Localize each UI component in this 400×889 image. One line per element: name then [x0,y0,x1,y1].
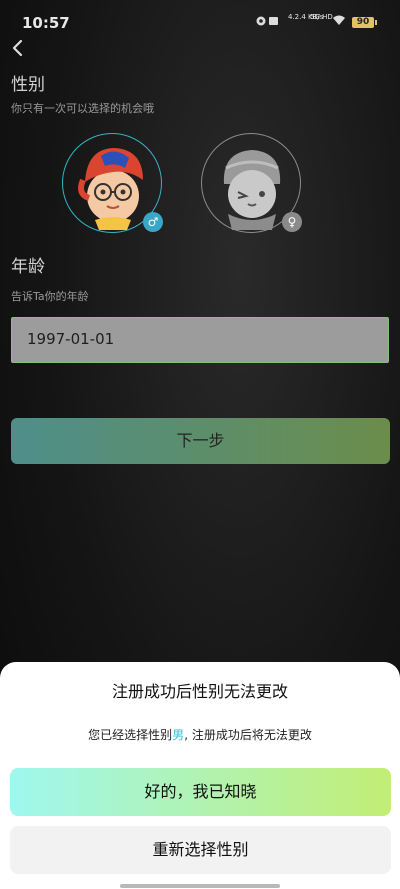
sheet-message: 您已经选择性别男, 注册成功后将无法更改 [0,726,400,743]
age-title: 年龄 [11,257,45,277]
signal-label: 5G HD [310,13,333,21]
birthdate-field[interactable]: 1997-01-01 [11,317,389,363]
wifi-icon [333,15,345,25]
message-suffix: , 注册成功后将无法更改 [184,728,312,742]
back-arrow-icon[interactable] [8,38,28,58]
message-prefix: 您已经选择性别 [88,728,173,742]
female-symbol-icon: ♀ [282,212,302,232]
confirm-button[interactable]: 好的，我已知晓 [10,768,391,816]
home-indicator[interactable] [120,884,280,888]
reselect-gender-button[interactable]: 重新选择性别 [10,826,391,874]
notification-icons [256,16,278,26]
gender-subtitle: 你只有一次可以选择的机会哦 [11,102,154,115]
status-time: 10:57 [22,14,70,32]
battery-icon: 90 [352,17,377,28]
age-subtitle: 告诉Ta你的年龄 [11,290,89,303]
next-step-button[interactable]: 下一步 [11,418,390,464]
gender-title: 性别 [11,75,45,95]
gender-confirm-sheet: 注册成功后性别无法更改 您已经选择性别男, 注册成功后将无法更改 好的，我已知晓… [0,662,400,889]
status-bar: 10:57 4.2.4 KB/s 5G HD 90 [0,0,400,40]
male-symbol-icon: ♂ [143,212,163,232]
selected-gender: 男 [172,728,185,742]
sheet-title: 注册成功后性别无法更改 [111,682,288,701]
